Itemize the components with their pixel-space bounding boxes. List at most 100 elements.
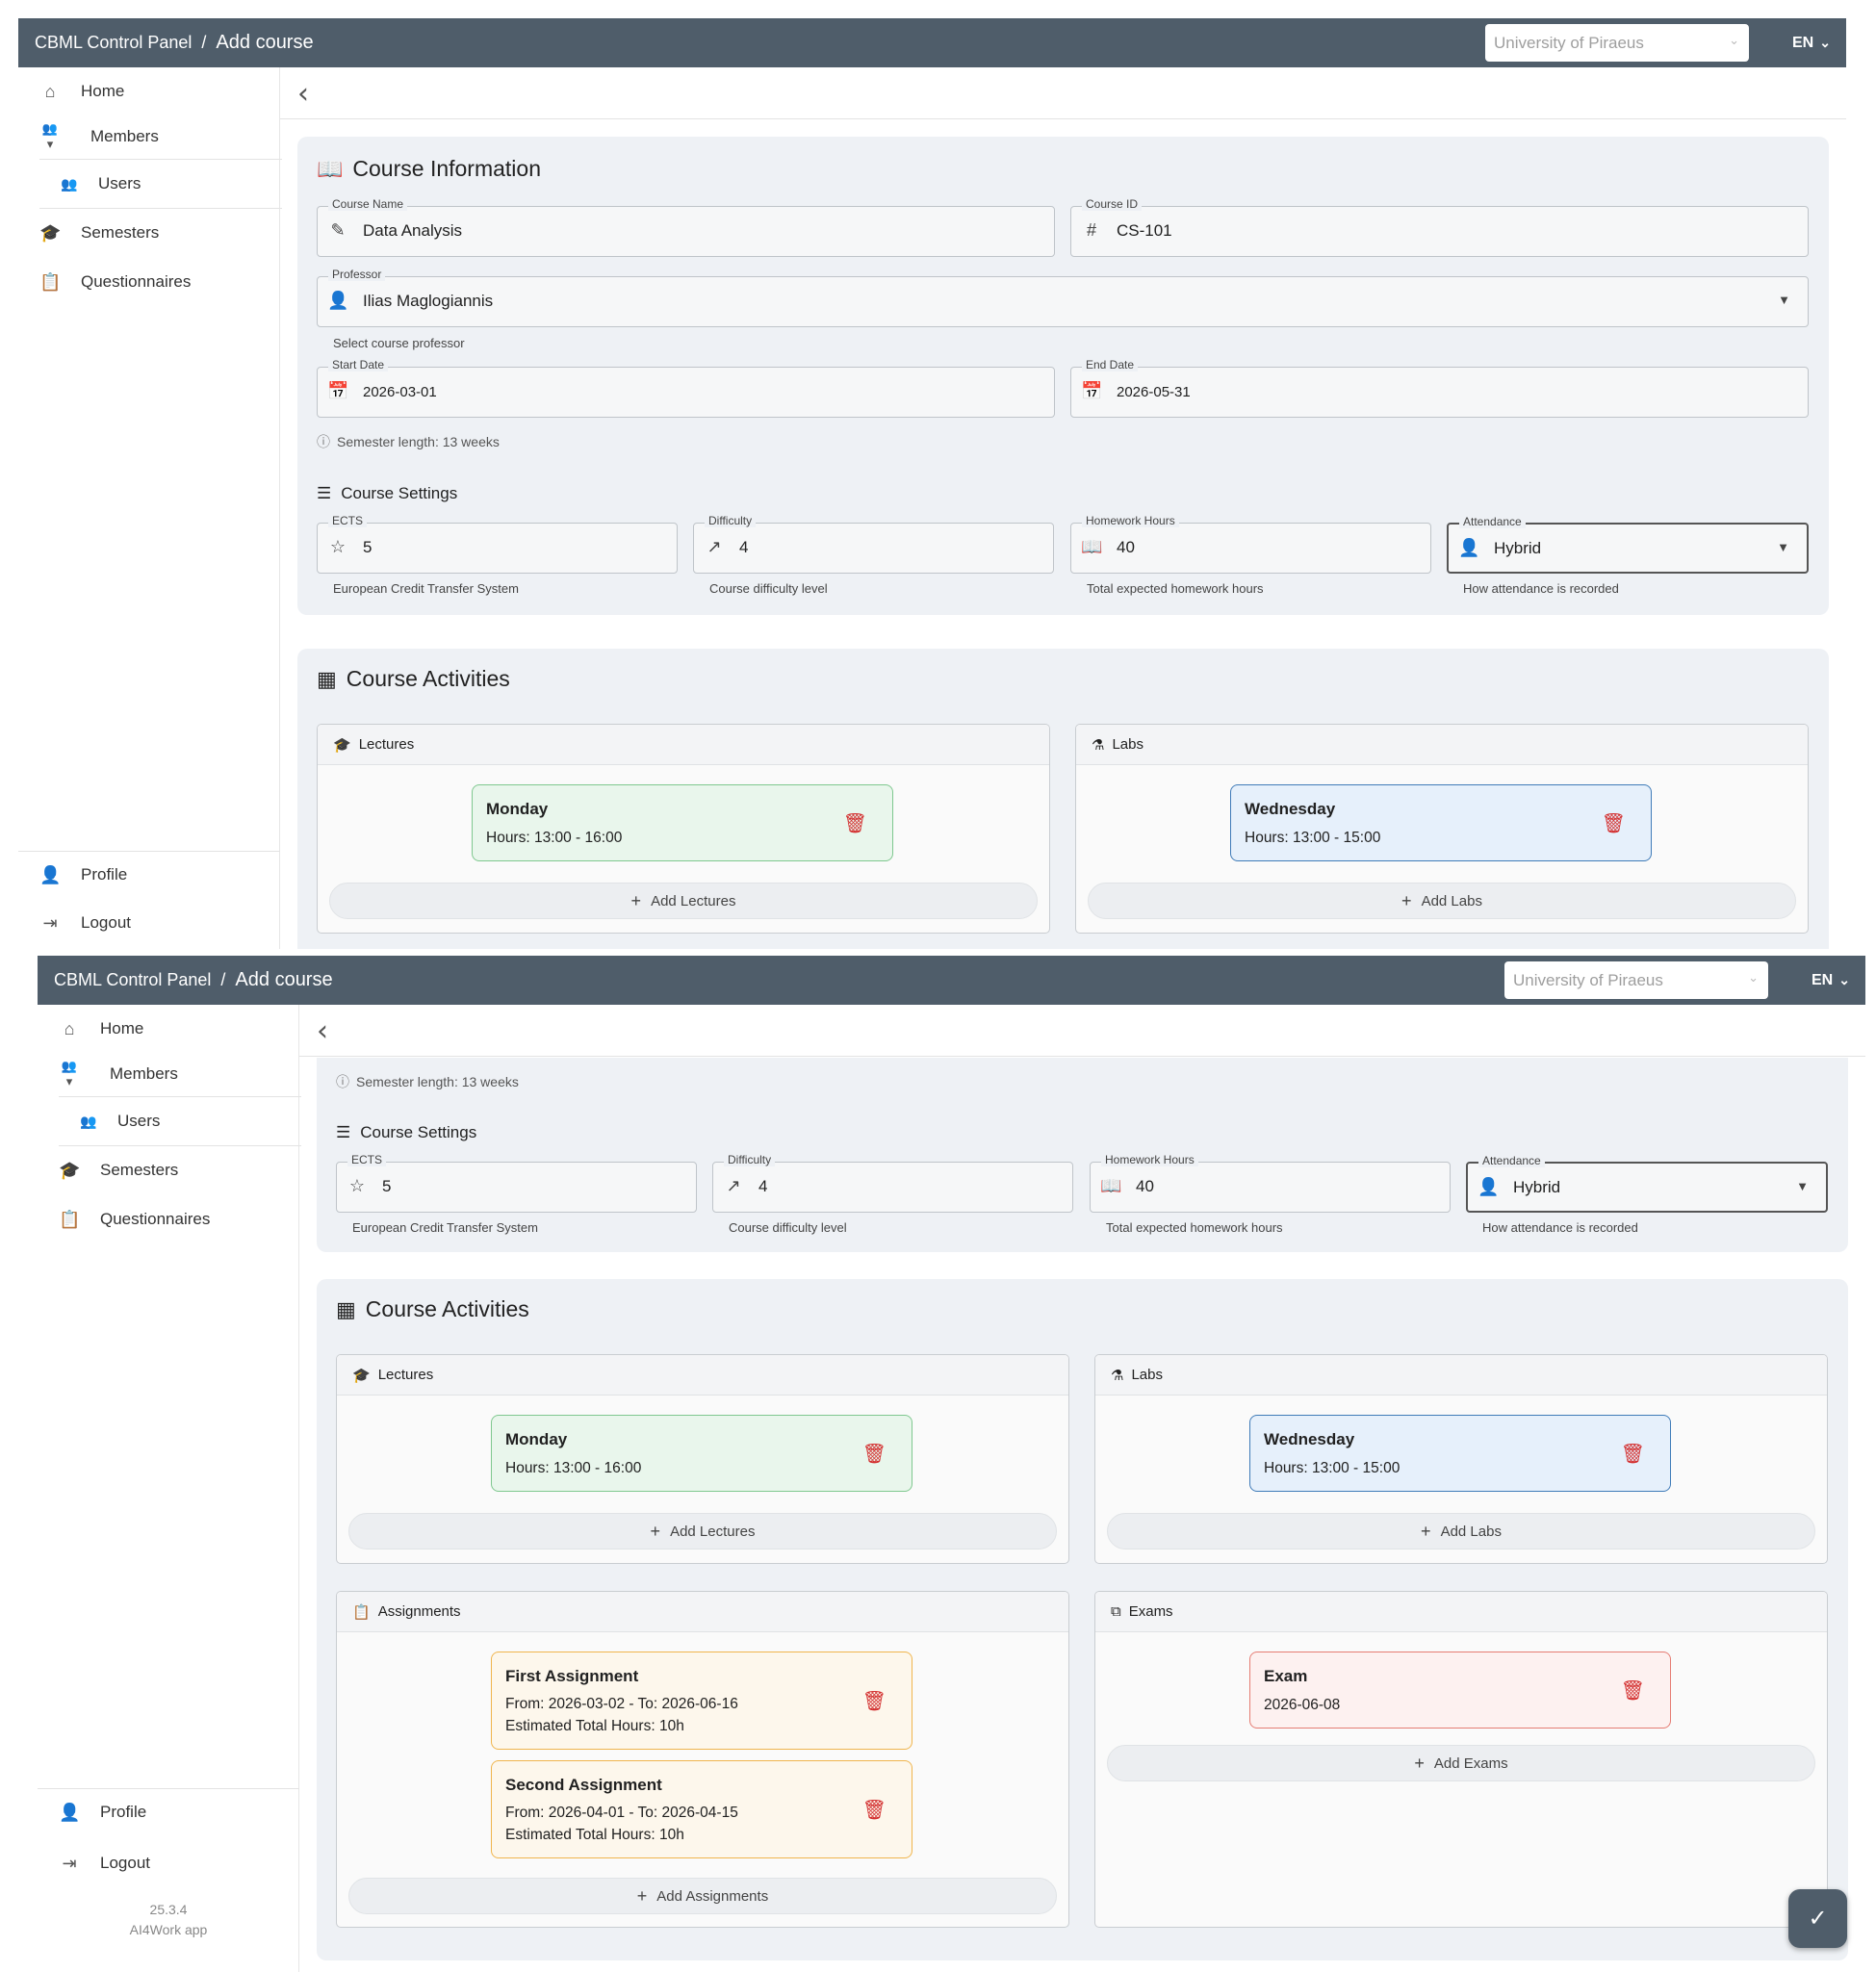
homework-hours-field[interactable]: Homework Hours 📖 40 xyxy=(1090,1153,1451,1213)
add-lectures-button[interactable]: + Add Lectures xyxy=(329,883,1038,919)
add-lectures-button[interactable]: + Add Lectures xyxy=(348,1513,1057,1549)
school-icon: 🎓 xyxy=(39,222,62,243)
semester-length-text: Semester length: 13 weeks xyxy=(356,1074,519,1089)
semester-length-info: ⓘ Semester length: 13 weeks xyxy=(317,432,500,451)
person-icon: 👤 xyxy=(59,1802,81,1822)
sidebar-item-profile[interactable]: 👤 Profile xyxy=(38,1788,299,1836)
card-title-text: Course Activities xyxy=(346,666,510,691)
sidebar-item-home[interactable]: ⌂ Home xyxy=(38,1005,299,1053)
add-assignments-button[interactable]: + Add Assignments xyxy=(348,1878,1057,1914)
start-date-field[interactable]: Start Date 📅 2026-03-01 xyxy=(317,358,1055,418)
sidebar-item-home[interactable]: ⌂ Home xyxy=(18,67,280,115)
app-name: AI4Work app xyxy=(129,1922,208,1937)
sidebar: ⌂ Home 👥▾ Members 👥 Users 🎓 Semesters 📋 … xyxy=(18,67,282,949)
course-id-field[interactable]: Course ID # CS-101 xyxy=(1070,197,1809,257)
delete-icon[interactable]: 🗑 xyxy=(862,1689,887,1713)
field-label: Course ID xyxy=(1082,197,1143,211)
calendar-icon: 📅 xyxy=(1081,381,1103,400)
assignment-hours: Estimated Total Hours: 10h xyxy=(505,1827,684,1843)
course-name-field[interactable]: Course Name ✎ Data Analysis xyxy=(317,197,1055,257)
add-labs-button[interactable]: + Add Labs xyxy=(1107,1513,1815,1549)
save-course-button[interactable]: ✓ xyxy=(1788,1889,1847,1948)
university-select[interactable]: University of Piraeus ⌄ xyxy=(1504,961,1768,999)
exams-panel-header: ⧉ Exams xyxy=(1095,1592,1827,1632)
sidebar-item-questionnaires[interactable]: 📋 Questionnaires xyxy=(38,1195,299,1243)
sidebar-item-logout[interactable]: ⇥ Logout xyxy=(38,1839,299,1887)
plus-icon: + xyxy=(1414,1753,1425,1773)
sidebar-item-logout[interactable]: ⇥ Logout xyxy=(18,899,280,947)
homework-hint: Total expected homework hours xyxy=(1087,581,1264,596)
ects-field[interactable]: ECTS ☆ 5 xyxy=(336,1153,697,1213)
lab-item[interactable]: Wednesday Hours: 13:00 - 15:00 🗑 xyxy=(1230,784,1652,861)
add-exams-button[interactable]: + Add Exams xyxy=(1107,1745,1815,1781)
semester-length-info: ⓘ Semester length: 13 weeks xyxy=(336,1072,519,1091)
field-label: End Date xyxy=(1082,358,1139,371)
add-labs-button[interactable]: + Add Labs xyxy=(1088,883,1796,919)
field-label: Difficulty xyxy=(705,514,757,527)
sidebar-item-members[interactable]: 👥▾ Members xyxy=(38,1050,299,1098)
delete-icon[interactable]: 🗑 xyxy=(843,811,867,835)
sidebar-item-users[interactable]: 👥 Users xyxy=(18,160,280,208)
sidebar-item-semesters[interactable]: 🎓 Semesters xyxy=(18,209,280,257)
main-content: ‹ ⓘ Semester length: 13 weeks ☰ Course S… xyxy=(299,1005,1865,1972)
field-label: Professor xyxy=(328,268,386,281)
attendance-value: Hybrid xyxy=(1513,1178,1561,1196)
person-outline-icon: 👤 xyxy=(327,291,349,310)
lecture-item[interactable]: Monday Hours: 13:00 - 16:00 🗑 xyxy=(472,784,893,861)
breadcrumb-root[interactable]: CBML Control Panel xyxy=(35,33,192,53)
lectures-panel: 🎓 Lectures Monday Hours: 13:00 - 16:00 🗑… xyxy=(317,724,1050,934)
course-settings-heading: ☰ Course Settings xyxy=(336,1123,476,1142)
lab-item[interactable]: Wednesday Hours: 13:00 - 15:00 🗑 xyxy=(1249,1415,1671,1492)
back-arrow-icon[interactable]: ‹ xyxy=(297,77,309,111)
assignment-item[interactable]: Second Assignment From: 2026-04-01 - To:… xyxy=(491,1760,912,1858)
course-activities-card: ▦ Course Activities 🎓 Lectures Monday Ho… xyxy=(317,1279,1848,1960)
lab-hours: Hours: 13:00 - 15:00 xyxy=(1264,1460,1401,1476)
sidebar-item-profile[interactable]: 👤 Profile xyxy=(18,851,280,899)
ects-field[interactable]: ECTS ☆ 5 xyxy=(317,514,678,574)
add-button-label: Add Labs xyxy=(1440,1523,1502,1540)
language-select[interactable]: EN ⌄ xyxy=(1812,956,1850,1005)
delete-icon[interactable]: 🗑 xyxy=(1621,1678,1645,1703)
attendance-select[interactable]: Attendance 👤 Hybrid ▼ xyxy=(1466,1154,1828,1213)
university-select[interactable]: University of Piraeus ⌄ xyxy=(1485,24,1749,62)
delete-icon[interactable]: 🗑 xyxy=(862,1798,887,1822)
sidebar-item-label: Profile xyxy=(100,1803,147,1821)
field-label: Attendance xyxy=(1459,515,1526,528)
sidebar-item-questionnaires[interactable]: 📋 Questionnaires xyxy=(18,258,280,306)
assignment-item[interactable]: First Assignment From: 2026-03-02 - To: … xyxy=(491,1652,912,1750)
home-icon: ⌂ xyxy=(44,81,56,101)
lecture-item[interactable]: Monday Hours: 13:00 - 16:00 🗑 xyxy=(491,1415,912,1492)
start-date-value: 2026-03-01 xyxy=(363,384,437,400)
sidebar-item-users[interactable]: 👥 Users xyxy=(38,1097,299,1145)
sidebar-item-label: Members xyxy=(110,1064,178,1083)
sidebar-item-members[interactable]: 👥▾ Members xyxy=(18,113,280,161)
end-date-field[interactable]: End Date 📅 2026-05-31 xyxy=(1070,358,1809,418)
homework-hours-value: 40 xyxy=(1117,538,1135,556)
delete-icon[interactable]: 🗑 xyxy=(1621,1442,1645,1466)
language-select[interactable]: EN ⌄ xyxy=(1792,18,1831,67)
professor-select[interactable]: Professor 👤 Ilias Maglogiannis ▼ xyxy=(317,268,1809,327)
sidebar-item-semesters[interactable]: 🎓 Semesters xyxy=(38,1146,299,1194)
back-bar: ‹ xyxy=(299,1005,1865,1057)
course-activities-title: ▦ Course Activities xyxy=(336,1296,529,1322)
plus-icon: + xyxy=(1421,1521,1431,1541)
homework-hours-field[interactable]: Homework Hours 📖 40 xyxy=(1070,514,1431,574)
delete-icon[interactable]: 🗑 xyxy=(862,1442,887,1466)
difficulty-field[interactable]: Difficulty ↗ 4 xyxy=(712,1153,1073,1213)
ects-value: 5 xyxy=(382,1177,392,1195)
attendance-select[interactable]: Attendance 👤 Hybrid ▼ xyxy=(1447,515,1809,574)
add-button-label: Add Labs xyxy=(1421,892,1482,909)
plus-icon: + xyxy=(650,1521,661,1541)
assignment-range: From: 2026-04-01 - To: 2026-04-15 xyxy=(505,1805,738,1821)
university-select-value: University of Piraeus xyxy=(1494,34,1644,52)
difficulty-field[interactable]: Difficulty ↗ 4 xyxy=(693,514,1054,574)
exam-item[interactable]: Exam 2026-06-08 🗑 xyxy=(1249,1652,1671,1729)
homework-hours-value: 40 xyxy=(1136,1177,1154,1195)
delete-icon[interactable]: 🗑 xyxy=(1602,811,1626,835)
language-label: EN xyxy=(1792,34,1814,51)
professor-value: Ilias Maglogiannis xyxy=(363,292,494,310)
sidebar-item-label: Home xyxy=(100,1019,144,1037)
back-arrow-icon[interactable]: ‹ xyxy=(317,1014,328,1048)
exam-date: 2026-06-08 xyxy=(1264,1697,1341,1713)
breadcrumb-root[interactable]: CBML Control Panel xyxy=(54,970,211,990)
